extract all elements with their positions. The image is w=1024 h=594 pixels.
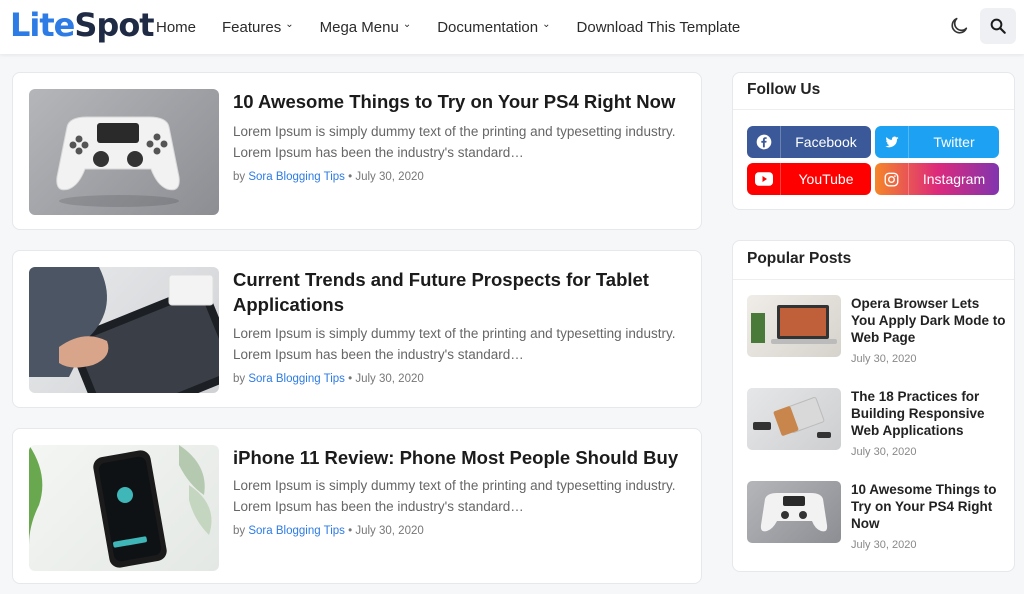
- chevron-down-icon: ⌄: [402, 18, 412, 30]
- twitter-button[interactable]: Twitter: [875, 126, 999, 158]
- site-logo[interactable]: LiteSpot: [10, 6, 155, 44]
- instagram-icon: [875, 163, 909, 195]
- post-meta: by Sora Blogging Tips • July 30, 2020: [233, 373, 424, 385]
- nav-mega-menu-label: Mega Menu: [319, 18, 399, 36]
- post-author-link[interactable]: Sora Blogging Tips: [248, 171, 345, 183]
- divider: [733, 279, 1014, 280]
- post-author-link[interactable]: Sora Blogging Tips: [248, 373, 345, 385]
- popular-thumbnail-laptop[interactable]: [747, 295, 841, 357]
- site-header: LiteSpot Home Features ⌄ Mega Menu ⌄ Docum…: [0, 0, 1024, 54]
- meta-by: by: [233, 525, 246, 537]
- post-meta: by Sora Blogging Tips • July 30, 2020: [233, 525, 424, 537]
- nav-mega-menu[interactable]: Mega Menu ⌄: [320, 19, 412, 36]
- twitter-icon: [875, 126, 909, 158]
- post-thumbnail-ps4[interactable]: [29, 89, 219, 215]
- moon-icon[interactable]: [948, 15, 970, 37]
- nav-features[interactable]: Features ⌄: [222, 19, 294, 36]
- post-thumbnail-iphone[interactable]: [29, 445, 219, 571]
- popular-post-title[interactable]: Opera Browser Lets You Apply Dark Mode t…: [851, 295, 1007, 346]
- popular-post-title[interactable]: 10 Awesome Things to Try on Your PS4 Rig…: [851, 481, 1007, 532]
- popular-thumbnail-ps4[interactable]: [747, 481, 841, 543]
- facebook-icon: [747, 126, 781, 158]
- post-card: iPhone 11 Review: Phone Most People Shou…: [12, 428, 702, 584]
- divider: [733, 109, 1014, 110]
- post-date: July 30, 2020: [355, 525, 424, 537]
- twitter-label: Twitter: [933, 134, 975, 150]
- meta-separator: •: [348, 373, 353, 385]
- post-date: July 30, 2020: [355, 171, 424, 183]
- popular-post-title[interactable]: The 18 Practices for Building Responsive…: [851, 388, 1007, 439]
- meta-separator: •: [348, 525, 353, 537]
- post-title[interactable]: iPhone 11 Review: Phone Most People Shou…: [233, 445, 693, 470]
- post-thumbnail-tablet[interactable]: [29, 267, 219, 393]
- post-excerpt: Lorem Ipsum is simply dummy text of the …: [233, 478, 676, 514]
- post-card: 10 Awesome Things to Try on Your PS4 Rig…: [12, 72, 702, 230]
- post-author-link[interactable]: Sora Blogging Tips: [248, 525, 345, 537]
- nav-home[interactable]: Home: [156, 19, 196, 36]
- youtube-label: YouTube: [798, 171, 854, 187]
- logo-part-lite: Lite: [10, 6, 75, 44]
- nav-documentation[interactable]: Documentation ⌄: [437, 19, 550, 36]
- follow-us-widget: Follow Us Facebook Twitter YouTube Insta…: [732, 72, 1015, 210]
- post-excerpt: Lorem Ipsum is simply dummy text of the …: [233, 124, 676, 160]
- youtube-icon: [747, 163, 781, 195]
- nav-download-template[interactable]: Download This Template: [577, 19, 741, 36]
- nav-features-label: Features: [222, 18, 282, 36]
- instagram-button[interactable]: Instagram: [875, 163, 999, 195]
- instagram-label: Instagram: [922, 171, 986, 187]
- popular-post-date: July 30, 2020: [851, 446, 917, 458]
- post-title[interactable]: 10 Awesome Things to Try on Your PS4 Rig…: [233, 89, 693, 114]
- search-button[interactable]: [980, 8, 1016, 44]
- nav-home-label: Home: [156, 18, 197, 36]
- post-excerpt: Lorem Ipsum is simply dummy text of the …: [233, 326, 676, 362]
- logo-part-spot: Spot: [74, 6, 154, 44]
- meta-by: by: [233, 171, 246, 183]
- popular-thumbnail-desk[interactable]: [747, 388, 841, 450]
- youtube-button[interactable]: YouTube: [747, 163, 871, 195]
- main-nav: Home Features ⌄ Mega Menu ⌄ Documentation ⌄…: [156, 0, 766, 54]
- chevron-down-icon: ⌄: [285, 18, 294, 30]
- popular-post-date: July 30, 2020: [851, 353, 917, 365]
- post-meta: by Sora Blogging Tips • July 30, 2020: [233, 171, 424, 183]
- nav-documentation-label: Documentation: [437, 18, 539, 36]
- chevron-down-icon: ⌄: [542, 18, 551, 30]
- meta-separator: •: [348, 171, 353, 183]
- post-card: Current Trends and Future Prospects for …: [12, 250, 702, 408]
- post-title[interactable]: Current Trends and Future Prospects for …: [233, 267, 693, 317]
- facebook-label: Facebook: [795, 134, 857, 150]
- popular-post-date: July 30, 2020: [851, 539, 917, 551]
- meta-by: by: [233, 373, 246, 385]
- facebook-button[interactable]: Facebook: [747, 126, 871, 158]
- post-date: July 30, 2020: [355, 373, 424, 385]
- search-icon: [990, 18, 1006, 34]
- nav-download-label: Download This Template: [576, 18, 741, 36]
- widget-title: Popular Posts: [747, 250, 852, 267]
- popular-posts-widget: Popular Posts Opera Browser Lets You App…: [732, 240, 1015, 572]
- widget-title: Follow Us: [747, 81, 821, 98]
